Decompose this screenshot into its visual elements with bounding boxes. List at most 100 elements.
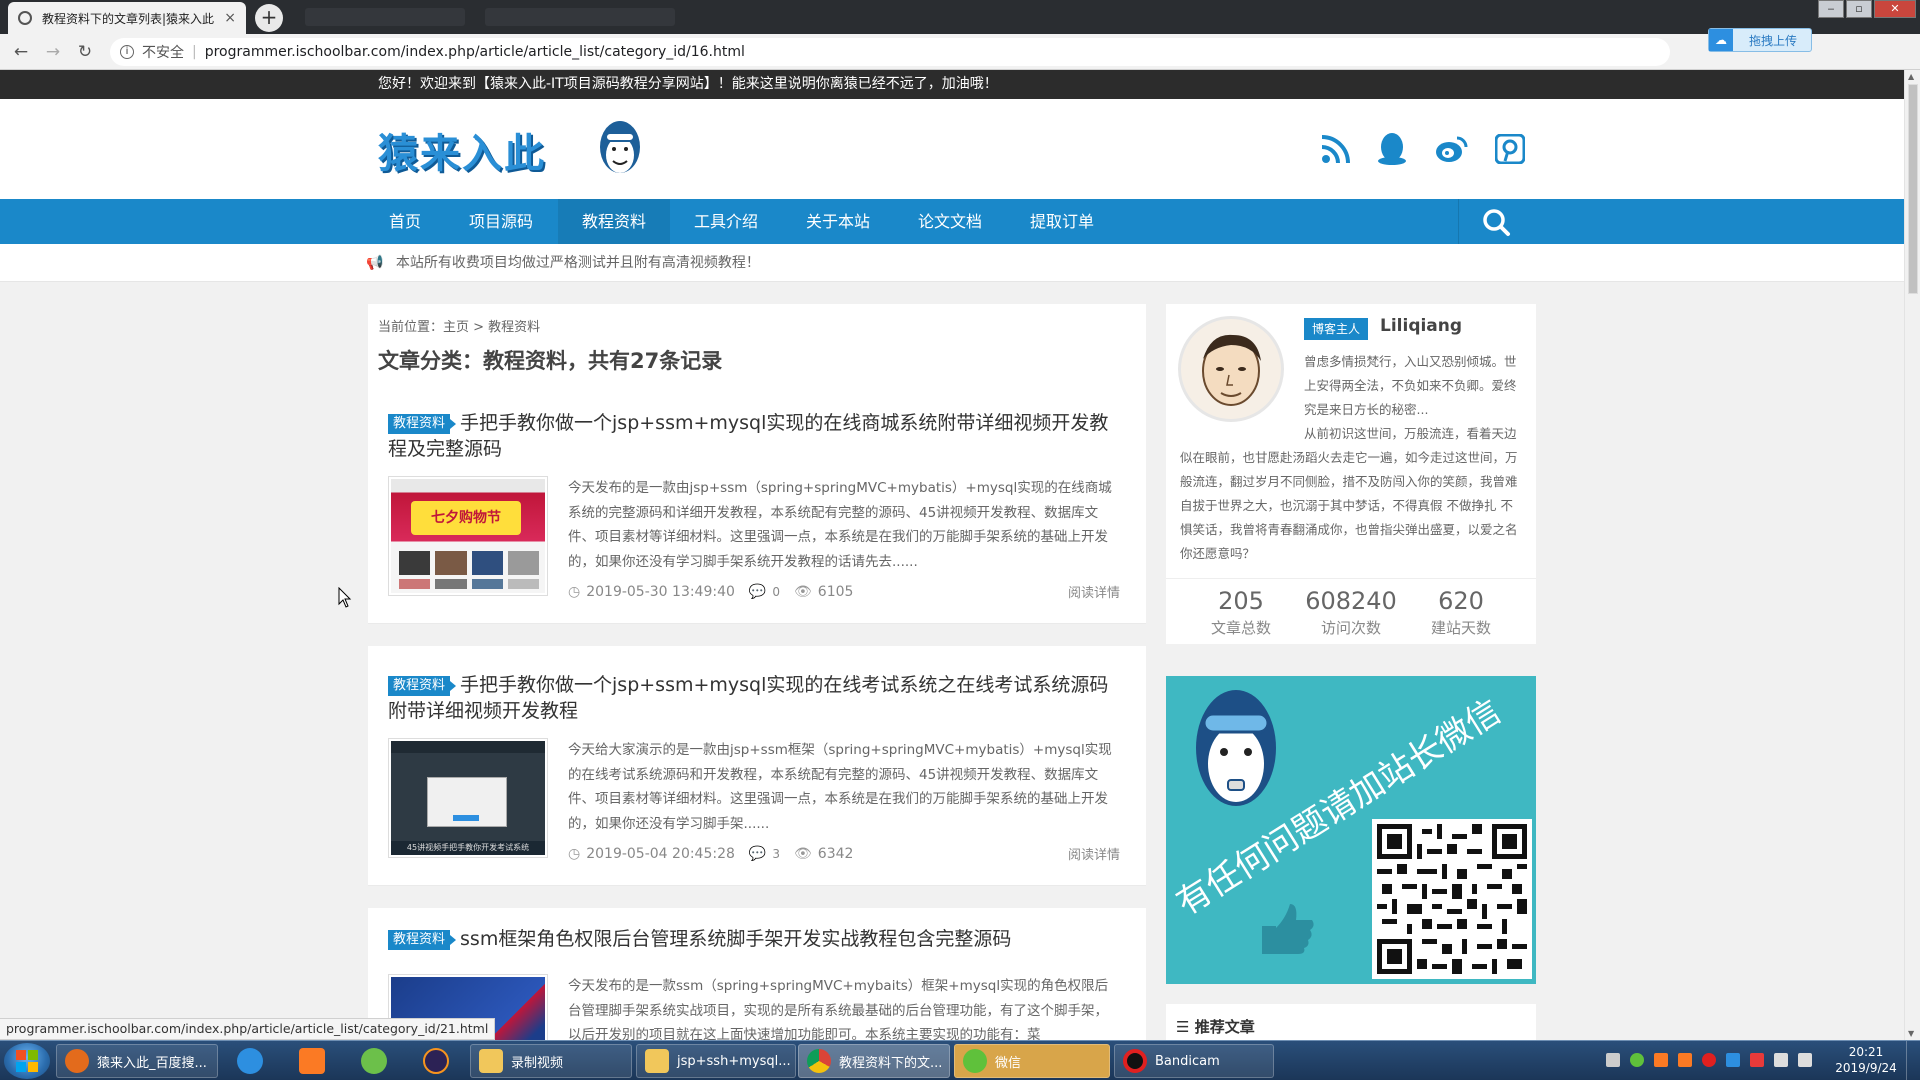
nav-projects[interactable]: 项目源码 — [446, 199, 556, 244]
taskbar-label: 猿来入此_百度搜... — [97, 1055, 207, 1071]
clock-date: 2019/9/24 — [1835, 1061, 1897, 1075]
category-badge[interactable]: 教程资料 — [388, 930, 457, 950]
taskbar-label: 教程资料下的文... — [839, 1055, 943, 1071]
qq-icon[interactable] — [1372, 129, 1412, 169]
address-bar[interactable]: i 不安全 | programmer.ischoolbar.com/index.… — [110, 38, 1670, 66]
breadcrumb[interactable]: 当前位置：主页 > 教程资料 — [378, 316, 1136, 335]
recommend-title: 推荐文章 — [1194, 1018, 1255, 1036]
back-arrow-icon[interactable]: ← — [10, 41, 32, 63]
wechat-tray-icon[interactable] — [1630, 1053, 1644, 1067]
start-button[interactable] — [4, 1043, 50, 1079]
network-icon[interactable] — [1798, 1053, 1812, 1067]
taskbar-wechat[interactable]: 微信 — [954, 1044, 1110, 1078]
category-badge[interactable]: 教程资料 — [388, 676, 457, 696]
browser-toolbar: ← → ↻ i 不安全 | programmer.ischoolbar.com/… — [0, 34, 1920, 96]
page-scrollbar[interactable]: ▲ ▼ — [1904, 70, 1920, 1040]
volume-icon[interactable] — [1774, 1053, 1788, 1067]
drag-upload-button[interactable]: ☁ 拖拽上传 — [1708, 28, 1812, 52]
article-heading[interactable]: 教程资料 手把手教你做一个jsp+ssm+mysql实现的在线考试系统之在线考试系… — [388, 672, 1118, 724]
stat-visits: 608240 访问次数 — [1296, 579, 1406, 644]
taskbar-baidu-browser[interactable]: 猿来入此_百度搜... — [56, 1044, 218, 1078]
thumb-caption: 45讲视频手把手教你开发考试系统 — [391, 841, 545, 855]
article-title[interactable]: ssm框架角色权限后台管理系统脚手架开发实战教程包含完整源码 — [460, 928, 1011, 950]
comment-icon: 💬 — [748, 845, 767, 862]
minimize-icon[interactable]: ‒ — [1818, 0, 1844, 18]
bio-poem: 曾虑多情损梵行，入山又恐别倾城。世上安得两全法，不负如来不负卿。爱终究是来日方长… — [1304, 354, 1517, 417]
clock-time: 20:21 — [1848, 1045, 1884, 1059]
article-heading[interactable]: 教程资料 手把手教你做一个jsp+ssm+mysql实现的在线商城系统附带详细视频… — [388, 410, 1118, 462]
nav-orders[interactable]: 提取订单 — [1006, 199, 1118, 244]
article-date: 2019-05-04 20:45:28 — [586, 845, 735, 862]
author-bio: 曾虑多情损梵行，入山又恐别倾城。世上安得两全法，不负如来不负卿。爱终究是来日方长… — [1180, 350, 1524, 566]
eclipse-icon[interactable] — [410, 1044, 462, 1078]
stat-label: 访问次数 — [1320, 619, 1381, 637]
welcome-bar: 您好！欢迎来到【猿来入此-IT项目源码教程分享网站】！能来这里说明你离猿已经不远… — [0, 70, 1904, 99]
background-tab[interactable] — [305, 8, 465, 26]
security-tray-icon[interactable] — [1750, 1053, 1764, 1067]
weibo-icon[interactable] — [1432, 129, 1472, 169]
scrollbar-thumb[interactable] — [1908, 84, 1918, 294]
wechat-icon — [963, 1049, 987, 1073]
baidu-cloud-icon: ☁ — [1709, 29, 1733, 51]
tab-close-icon[interactable]: × — [224, 10, 236, 26]
keyboard-icon[interactable] — [1606, 1053, 1620, 1067]
taskbar-label: 录制视频 — [511, 1055, 564, 1071]
scroll-up-icon[interactable]: ▲ — [1908, 72, 1914, 81]
eye-icon: 👁 — [794, 583, 812, 600]
window-close-icon[interactable]: ✕ — [1874, 0, 1916, 18]
rss-icon[interactable] — [1316, 129, 1356, 169]
system-clock[interactable]: 20:21 2019/9/24 — [1832, 1044, 1900, 1076]
xampp-icon[interactable] — [286, 1044, 338, 1078]
author-profile: 博客主人 Liliqiang 曾虑多情损梵行，入山又恐别倾城。世上安得两全法，不… — [1166, 304, 1536, 644]
notice-text: 本站所有收费项目均做过严格测试并且附有高清视频教程！ — [395, 255, 760, 271]
site-stats: 205 文章总数 608240 访问次数 620 建站天数 — [1166, 578, 1536, 644]
list-header: 当前位置：主页 > 教程资料 文章分类：教程资料，共有27条记录 — [368, 304, 1146, 384]
site-logo[interactable]: 猿来入此 — [378, 121, 546, 179]
read-more-link[interactable]: 阅读详情 — [1068, 582, 1120, 601]
nav-about[interactable]: 关于本站 — [782, 199, 894, 244]
article-title[interactable]: 手把手教你做一个jsp+ssm+mysql实现的在线考试系统之在线考试系统源码附… — [388, 674, 1108, 722]
nav-home[interactable]: 首页 — [370, 199, 440, 244]
record-tray-icon[interactable] — [1702, 1053, 1716, 1067]
app-tray-icon[interactable] — [1678, 1053, 1692, 1067]
maximize-icon[interactable]: ▫ — [1846, 0, 1872, 18]
monkey-logo-icon[interactable] — [596, 117, 644, 179]
show-desktop-button[interactable] — [1906, 1041, 1920, 1080]
category-badge[interactable]: 教程资料 — [388, 414, 457, 434]
system-tray: 20:21 2019/9/24 — [1600, 1041, 1920, 1080]
list-icon: ☰ — [1176, 1018, 1190, 1036]
taskbar-folder-jsp[interactable]: jsp+ssh+mysql... — [636, 1044, 796, 1078]
info-icon[interactable]: i — [120, 45, 134, 59]
nav-tutorials[interactable]: 教程资料 — [558, 199, 670, 244]
baidu-netdisk-icon[interactable] — [224, 1044, 276, 1078]
search-icon[interactable] — [1478, 207, 1514, 237]
scroll-down-icon[interactable]: ▼ — [1908, 1029, 1914, 1038]
new-tab-button[interactable]: + — [255, 4, 283, 32]
browser-tab-active[interactable]: 教程资料下的文章列表|猿来入此 × — [8, 2, 246, 34]
stat-value: 608240 — [1305, 587, 1397, 615]
category-title: 文章分类：教程资料，共有27条记录 — [378, 349, 723, 373]
nav-papers[interactable]: 论文文档 — [894, 199, 1006, 244]
wechat-ad-banner[interactable]: 有任何问题请加站长微信 — [1166, 676, 1536, 984]
taskbar-folder-record[interactable]: 录制视频 — [470, 1044, 632, 1078]
article-heading[interactable]: 教程资料 ssm框架角色权限后台管理系统脚手架开发实战教程包含完整源码 — [388, 926, 1118, 952]
reload-icon[interactable]: ↻ — [74, 41, 96, 63]
xampp-tray-icon[interactable] — [1654, 1053, 1668, 1067]
article-thumbnail[interactable]: 七夕购物节 — [388, 476, 548, 596]
netdisk-tray-icon[interactable] — [1726, 1053, 1740, 1067]
pinterest-icon[interactable] — [1490, 129, 1530, 169]
read-more-link[interactable]: 阅读详情 — [1068, 844, 1120, 863]
article-meta: ◷ 2019-05-30 13:49:40 💬 0 👁 6105 阅读详情 — [568, 582, 1120, 602]
taskbar-bandicam[interactable]: Bandicam — [1114, 1044, 1274, 1078]
taskbar-chrome[interactable]: 教程资料下的文... — [798, 1044, 950, 1078]
windows-logo-icon — [16, 1050, 38, 1072]
green-app-icon[interactable] — [348, 1044, 400, 1078]
article-thumbnail[interactable]: 45讲视频手把手教你开发考试系统 — [388, 738, 548, 858]
mouse-cursor-icon — [338, 587, 352, 608]
background-tab[interactable] — [485, 8, 675, 26]
tab-favicon-icon — [18, 11, 32, 25]
nav-tools[interactable]: 工具介绍 — [670, 199, 782, 244]
wechat-qr-code — [1372, 819, 1532, 979]
article-title[interactable]: 手把手教你做一个jsp+ssm+mysql实现的在线商城系统附带详细视频开发教程… — [388, 412, 1108, 460]
forward-arrow-icon[interactable]: → — [42, 41, 64, 63]
